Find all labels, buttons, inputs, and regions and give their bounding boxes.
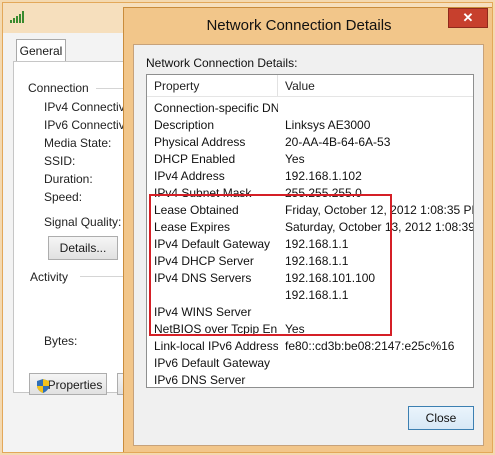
close-icon: ✕ (462, 10, 474, 25)
property-name: NetBIOS over Tcpip En... (154, 322, 278, 336)
network-connection-details-dialog: Network Connection Details ✕ Network Con… (123, 7, 492, 452)
property-name: DHCP Enabled (154, 152, 236, 166)
value-column-header[interactable]: Value (285, 79, 315, 93)
property-value: 20-AA-4B-64-6A-53 (285, 135, 391, 149)
details-caption: Network Connection Details: (146, 56, 298, 70)
list-item[interactable]: Connection-specific DN... (147, 100, 473, 117)
property-name: Lease Expires (154, 220, 231, 234)
list-item[interactable]: IPv4 DHCP Server 192.168.1.1 (147, 253, 473, 270)
list-item[interactable]: IPv6 Default Gateway (147, 355, 473, 372)
duration-label: Duration: (44, 172, 93, 186)
list-item[interactable]: IPv4 WINS Server (147, 304, 473, 321)
property-value: 192.168.101.100 (285, 271, 376, 285)
shield-icon (37, 378, 49, 400)
property-value: 192.168.1.1 (285, 288, 349, 302)
property-name: IPv4 WINS Server (154, 305, 252, 319)
property-name: IPv4 Subnet Mask (154, 186, 252, 200)
list-item[interactable]: Lease Obtained Friday, October 12, 2012 … (147, 202, 473, 219)
property-name: Connection-specific DN... (154, 101, 278, 115)
tab-general[interactable]: General (16, 39, 66, 62)
window-close-button[interactable]: ✕ (448, 8, 488, 28)
property-value: Yes (285, 152, 305, 166)
bytes-label: Bytes: (44, 334, 78, 348)
list-item[interactable]: IPv6 DNS Server (147, 372, 473, 387)
property-value: 192.168.1.1 (285, 254, 349, 268)
list-item[interactable]: IPv4 Default Gateway 192.168.1.1 (147, 236, 473, 253)
list-header: Property Value (147, 75, 473, 97)
signal-quality-label: Signal Quality: (44, 215, 122, 229)
property-name: IPv4 Default Gateway (154, 237, 271, 251)
connection-group-label: Connection (28, 81, 89, 95)
property-name: IPv4 DHCP Server (154, 254, 254, 268)
property-value: 192.168.1.102 (285, 169, 362, 183)
activity-group-label: Activity (30, 270, 69, 284)
list-item[interactable]: IPv4 Address 192.168.1.102 (147, 168, 473, 185)
property-name: Link-local IPv6 Address (154, 339, 278, 353)
property-name: IPv4 Address (154, 169, 225, 183)
list-item[interactable]: 192.168.1.1 (147, 287, 473, 304)
dialog-title: Network Connection Details (206, 17, 392, 34)
property-value: Friday, October 12, 2012 1:08:35 PM (285, 203, 474, 217)
property-value: Linksys AE3000 (285, 118, 371, 132)
property-name: IPv6 DNS Server (154, 373, 246, 387)
list-item[interactable]: Physical Address 20-AA-4B-64-6A-53 (147, 134, 473, 151)
list-item[interactable]: NetBIOS over Tcpip En... Yes (147, 321, 473, 338)
property-name: Lease Obtained (154, 203, 239, 217)
details-button[interactable]: Details... (48, 236, 118, 260)
list-item[interactable]: IPv4 Subnet Mask 255.255.255.0 (147, 185, 473, 202)
property-name: IPv4 DNS Servers (154, 271, 252, 285)
list-item[interactable]: IPv4 DNS Servers 192.168.101.100 (147, 270, 473, 287)
list-item[interactable]: Description Linksys AE3000 (147, 117, 473, 134)
property-value: Saturday, October 13, 2012 1:08:39 PM (285, 220, 474, 234)
property-value: 192.168.1.1 (285, 237, 349, 251)
list-item[interactable]: Link-local IPv6 Address fe80::cd3b:be08:… (147, 338, 473, 355)
signal-strength-icon (10, 11, 26, 26)
property-value: Yes (285, 322, 305, 336)
list-item[interactable]: Lease Expires Saturday, October 13, 2012… (147, 219, 473, 236)
ssid-label: SSID: (44, 154, 76, 168)
media-state-label: Media State: (44, 136, 112, 150)
properties-button[interactable]: Properties (29, 373, 107, 395)
properties-button-label: Properties (47, 378, 103, 392)
property-value: 255.255.255.0 (285, 186, 362, 200)
property-name: IPv6 Default Gateway (154, 356, 271, 370)
close-button[interactable]: Close (408, 406, 474, 430)
screenshot-frame: General Connection IPv4 Connectivity IPv… (2, 2, 493, 453)
speed-label: Speed: (44, 190, 83, 204)
property-name: Physical Address (154, 135, 246, 149)
dialog-content: Network Connection Details: Property Val… (133, 44, 484, 446)
property-name: Description (154, 118, 215, 132)
details-list[interactable]: Property Value Connection-specific DN...… (146, 74, 474, 388)
list-item[interactable]: DHCP Enabled Yes (147, 151, 473, 168)
column-separator[interactable] (277, 75, 278, 96)
property-column-header[interactable]: Property (154, 79, 199, 93)
property-value: fe80::cd3b:be08:2147:e25c%16 (285, 339, 455, 353)
